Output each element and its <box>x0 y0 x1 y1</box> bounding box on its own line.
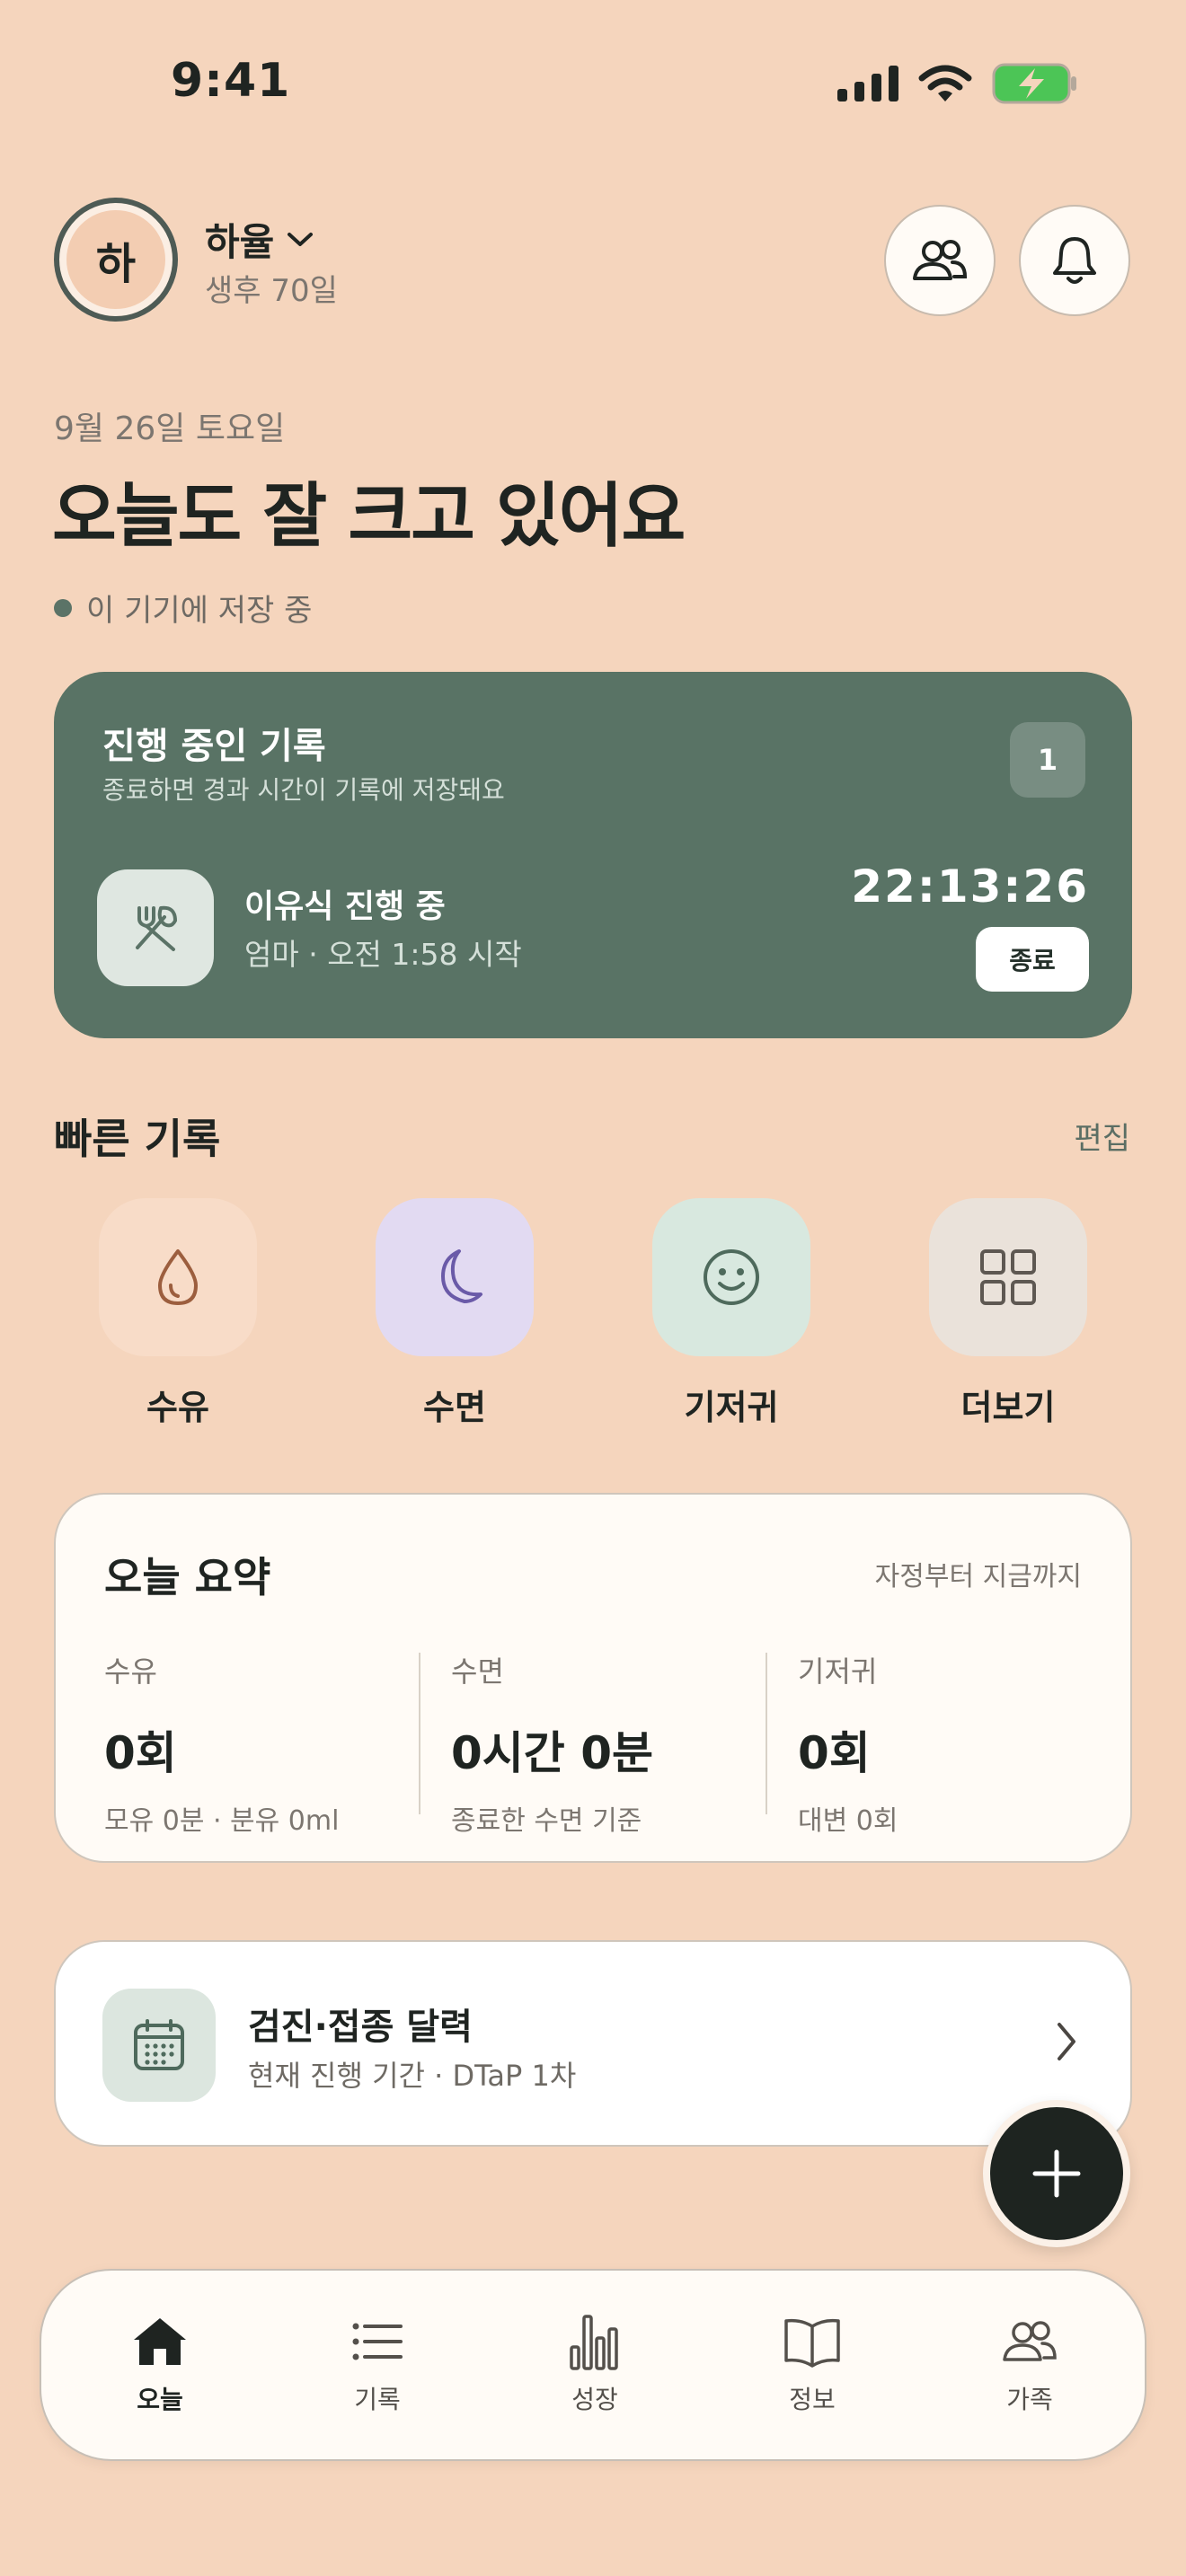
quick-record-edit-link[interactable]: 편집 <box>1074 1114 1130 1158</box>
quick-more-tile[interactable] <box>929 1198 1087 1356</box>
quick-sleep-label: 수면 <box>423 1388 486 1427</box>
quick-diaper[interactable]: 기저귀 <box>652 1198 810 1429</box>
activity-icon-tile <box>97 869 214 986</box>
quick-more[interactable]: 더보기 <box>929 1198 1087 1429</box>
chevron-right-icon <box>1058 2023 1075 2060</box>
people-icon <box>913 240 968 280</box>
battery-icon <box>992 63 1076 104</box>
summary-feeding-note: 모유 0분 · 분유 0ml <box>104 1805 340 1837</box>
summary-feeding-value: 0회 <box>104 1727 177 1779</box>
tab-info[interactable]: 정보 <box>740 2310 884 2416</box>
summary-divider <box>766 1653 767 1814</box>
calendar-icon-tile <box>102 1989 216 2102</box>
summary-sleep-label: 수면 <box>451 1654 504 1689</box>
checkup-calendar-card[interactable]: 검진·접종 달력 현재 진행 기간 · DTaP 1차 <box>54 1940 1132 2147</box>
tab-records[interactable]: 기록 <box>305 2310 449 2416</box>
summary-range: 자정부터 지금까지 <box>874 1561 1082 1592</box>
summary-diaper: 기저귀 0회 대변 0회 <box>798 1649 1103 1838</box>
family-button[interactable] <box>884 205 996 316</box>
elapsed-timer: 22:13:26 <box>851 860 1089 913</box>
tab-family-label: 가족 <box>1006 2385 1053 2414</box>
add-record-fab[interactable] <box>983 2100 1130 2247</box>
summary-feeding: 수유 0회 모유 0분 · 분유 0ml <box>104 1649 410 1838</box>
home-icon <box>88 2310 232 2373</box>
child-name: 하율 <box>205 220 275 264</box>
summary-diaper-label: 기저귀 <box>798 1654 878 1689</box>
wifi-icon <box>918 65 972 101</box>
summary-sleep: 수면 0시간 0분 종료한 수면 기준 <box>451 1649 757 1838</box>
bell-icon <box>1053 237 1096 284</box>
notification-button[interactable] <box>1019 205 1130 316</box>
ongoing-record-card[interactable]: 진행 중인 기록 종료하면 경과 시간이 기록에 저장돼요 1 이유식 진행 중… <box>54 672 1132 1038</box>
summary-feeding-label: 수유 <box>104 1654 157 1689</box>
page-headline: 오늘도 잘 크고 있어요 <box>52 476 686 557</box>
child-selector[interactable]: 하율 <box>205 212 314 267</box>
signal-icon <box>837 66 898 101</box>
calendar-subtitle: 현재 진행 기간 · DTaP 1차 <box>248 2059 577 2093</box>
activity-title: 이유식 진행 중 <box>244 888 446 925</box>
people-icon <box>958 2310 1102 2373</box>
tab-today-label: 오늘 <box>137 2385 183 2414</box>
tab-growth[interactable]: 성장 <box>523 2310 667 2416</box>
summary-diaper-note: 대변 0회 <box>798 1805 898 1837</box>
quick-feeding-tile[interactable] <box>99 1198 257 1356</box>
summary-title: 오늘 요약 <box>104 1553 271 1601</box>
quick-diaper-tile[interactable] <box>652 1198 810 1356</box>
summary-divider <box>419 1653 420 1814</box>
child-age: 생후 70일 <box>205 273 338 309</box>
utensils-icon <box>136 905 177 951</box>
status-time: 9:41 <box>171 54 291 108</box>
chevron-down-icon <box>288 232 314 246</box>
ongoing-subtitle: 종료하면 경과 시간이 기록에 저장돼요 <box>102 775 505 805</box>
activity-meta: 엄마 · 오전 1:58 시작 <box>244 937 522 972</box>
moon-icon <box>441 1249 482 1303</box>
quick-feeding[interactable]: 수유 <box>99 1198 257 1429</box>
storage-status: 이 기기에 저장 중 <box>54 586 312 630</box>
ongoing-count-badge: 1 <box>1010 722 1085 798</box>
tab-info-label: 정보 <box>789 2385 836 2414</box>
quick-sleep[interactable]: 수면 <box>376 1198 534 1429</box>
date-label: 9월 26일 토요일 <box>54 410 286 447</box>
status-dot <box>54 598 72 617</box>
grid-icon <box>980 1249 1036 1305</box>
plus-icon <box>1032 2149 1081 2198</box>
list-icon <box>305 2310 449 2373</box>
quick-diaper-label: 기저귀 <box>684 1388 779 1427</box>
quick-sleep-tile[interactable] <box>376 1198 534 1356</box>
quick-more-label: 더보기 <box>960 1388 1056 1427</box>
storage-status-text: 이 기기에 저장 중 <box>86 593 313 629</box>
child-avatar[interactable]: 하 <box>54 198 178 322</box>
tab-today[interactable]: 오늘 <box>88 2310 232 2416</box>
drop-icon <box>158 1249 198 1305</box>
today-summary-card: 오늘 요약 자정부터 지금까지 수유 0회 모유 0분 · 분유 0ml 수면 … <box>54 1493 1132 1863</box>
bottom-tab-bar: 오늘 기록 성장 정보 가족 <box>40 2269 1146 2461</box>
smile-icon <box>704 1249 759 1305</box>
bar-chart-icon <box>523 2310 667 2373</box>
book-icon <box>740 2310 884 2373</box>
avatar-initial: 하 <box>95 239 137 289</box>
quick-feeding-label: 수유 <box>146 1388 209 1427</box>
summary-sleep-note: 종료한 수면 기준 <box>451 1805 642 1837</box>
ongoing-title: 진행 중인 기록 <box>102 726 326 767</box>
tab-growth-label: 성장 <box>571 2385 618 2414</box>
tab-family[interactable]: 가족 <box>958 2310 1102 2416</box>
end-record-button[interactable]: 종료 <box>976 927 1089 992</box>
quick-record-title: 빠른 기록 <box>54 1115 221 1163</box>
summary-diaper-value: 0회 <box>798 1727 871 1779</box>
summary-sleep-value: 0시간 0분 <box>451 1727 653 1779</box>
calendar-icon <box>134 2019 184 2070</box>
tab-records-label: 기록 <box>354 2385 401 2414</box>
status-icons <box>837 63 1078 104</box>
calendar-title: 검진·접종 달력 <box>248 2007 473 2048</box>
add-record-fab-inner[interactable] <box>990 2107 1123 2240</box>
